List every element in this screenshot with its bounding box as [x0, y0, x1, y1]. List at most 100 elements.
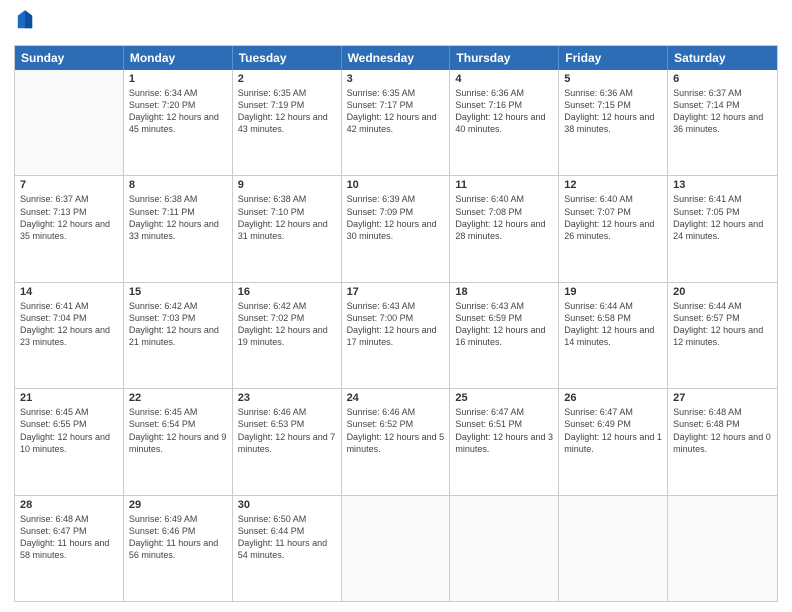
sunrise-text: Sunrise: 6:38 AM — [238, 193, 336, 205]
cal-cell: 3Sunrise: 6:35 AMSunset: 7:17 PMDaylight… — [342, 70, 451, 175]
sunrise-text: Sunrise: 6:34 AM — [129, 87, 227, 99]
daylight-text: Daylight: 12 hours and 3 minutes. — [455, 431, 553, 455]
calendar-body: 1Sunrise: 6:34 AMSunset: 7:20 PMDaylight… — [15, 70, 777, 601]
cal-cell: 13Sunrise: 6:41 AMSunset: 7:05 PMDayligh… — [668, 176, 777, 281]
day-number: 7 — [20, 179, 118, 191]
sunrise-text: Sunrise: 6:44 AM — [564, 300, 662, 312]
cal-cell: 27 Sunrise: 6:48 AMSunset: 6:48 PMDayligh… — [668, 389, 777, 494]
day-number: 10 — [347, 179, 445, 191]
cal-cell — [668, 496, 777, 601]
sunrise-text: Sunrise: 6:45 AM — [20, 406, 118, 418]
daylight-text: Daylight: 12 hours and 36 minutes. — [673, 111, 772, 135]
cal-cell: 28Sunrise: 6:48 AMSunset: 6:47 PMDayligh… — [15, 496, 124, 601]
daylight-text: Daylight: 12 hours and 26 minutes. — [564, 218, 662, 242]
sunset-text: Sunset: 7:08 PM — [455, 206, 553, 218]
day-number: 27 — [673, 392, 772, 404]
daylight-text: Daylight: 12 hours and 0 minutes. — [673, 431, 772, 455]
cal-cell: 15Sunrise: 6:42 AMSunset: 7:03 PMDayligh… — [124, 283, 233, 388]
sunrise-text: Sunrise: 6:39 AM — [347, 193, 445, 205]
cal-cell: 4Sunrise: 6:36 AMSunset: 7:16 PMDaylight… — [450, 70, 559, 175]
cal-cell — [15, 70, 124, 175]
daylight-text: Daylight: 12 hours and 38 minutes. — [564, 111, 662, 135]
day-number: 15 — [129, 286, 227, 298]
sunset-text: Sunset: 7:00 PM — [347, 312, 445, 324]
sunrise-text: Sunrise: 6:43 AM — [455, 300, 553, 312]
cal-cell: 8Sunrise: 6:38 AMSunset: 7:11 PMDaylight… — [124, 176, 233, 281]
sunrise-text: Sunrise: 6:41 AM — [20, 300, 118, 312]
cal-cell: 2 Sunrise: 6:35 AMSunset: 7:19 PMDaylight… — [233, 70, 342, 175]
sunset-text: Sunset: 7:02 PM — [238, 312, 336, 324]
sunrise-text: Sunrise: 6:36 AM — [455, 87, 553, 99]
daylight-text: Daylight: 12 hours and 23 minutes. — [20, 324, 118, 348]
cal-cell: 22Sunrise: 6:45 AMSunset: 6:54 PMDayligh… — [124, 389, 233, 494]
day-number: 16 — [238, 286, 336, 298]
cal-cell: 25Sunrise: 6:47 AMSunset: 6:51 PMDayligh… — [450, 389, 559, 494]
daylight-text: Daylight: 12 hours and 19 minutes. — [238, 324, 336, 348]
sunrise-text: Sunrise: 6:46 AM — [347, 406, 445, 418]
daylight-text: Daylight: 12 hours and 43 minutes. — [238, 111, 336, 135]
day-number: 23 — [238, 392, 336, 404]
header-day-monday: Monday — [124, 46, 233, 70]
sunset-text: Sunset: 6:58 PM — [564, 312, 662, 324]
sunset-text: Sunset: 7:10 PM — [238, 206, 336, 218]
daylight-text: Daylight: 12 hours and 31 minutes. — [238, 218, 336, 242]
sunrise-text: Sunrise: 6:35 AM — [238, 87, 336, 99]
sunset-text: Sunset: 7:19 PM — [238, 99, 336, 111]
logo — [14, 10, 36, 37]
day-number: 9 — [238, 179, 336, 191]
day-number: 29 — [129, 499, 227, 511]
week-row-2: 7Sunrise: 6:37 AMSunset: 7:13 PMDaylight… — [15, 176, 777, 282]
sunset-text: Sunset: 7:07 PM — [564, 206, 662, 218]
cal-cell: 14Sunrise: 6:41 AMSunset: 7:04 PMDayligh… — [15, 283, 124, 388]
sunset-text: Sunset: 7:13 PM — [20, 206, 118, 218]
sunrise-text: Sunrise: 6:37 AM — [673, 87, 772, 99]
cal-cell: 9 Sunrise: 6:38 AMSunset: 7:10 PMDaylight… — [233, 176, 342, 281]
page: SundayMondayTuesdayWednesdayThursdayFrid… — [0, 0, 792, 612]
daylight-text: Daylight: 12 hours and 9 minutes. — [129, 431, 227, 455]
day-number: 12 — [564, 179, 662, 191]
day-number: 19 — [564, 286, 662, 298]
daylight-text: Daylight: 12 hours and 5 minutes. — [347, 431, 445, 455]
sunset-text: Sunset: 7:09 PM — [347, 206, 445, 218]
cal-cell — [342, 496, 451, 601]
sunset-text: Sunset: 6:55 PM — [20, 418, 118, 430]
cal-cell: 17Sunrise: 6:43 AMSunset: 7:00 PMDayligh… — [342, 283, 451, 388]
day-number: 30 — [238, 499, 336, 511]
cal-cell: 11Sunrise: 6:40 AMSunset: 7:08 PMDayligh… — [450, 176, 559, 281]
sunset-text: Sunset: 6:53 PM — [238, 418, 336, 430]
day-number: 18 — [455, 286, 553, 298]
daylight-text: Daylight: 12 hours and 33 minutes. — [129, 218, 227, 242]
week-row-1: 1Sunrise: 6:34 AMSunset: 7:20 PMDaylight… — [15, 70, 777, 176]
cal-cell: 29Sunrise: 6:49 AMSunset: 6:46 PMDayligh… — [124, 496, 233, 601]
cal-cell: 19 Sunrise: 6:44 AMSunset: 6:58 PMDayligh… — [559, 283, 668, 388]
sunset-text: Sunset: 7:14 PM — [673, 99, 772, 111]
sunrise-text: Sunrise: 6:46 AM — [238, 406, 336, 418]
cal-cell: 21Sunrise: 6:45 AMSunset: 6:55 PMDayligh… — [15, 389, 124, 494]
day-number: 3 — [347, 73, 445, 85]
daylight-text: Daylight: 12 hours and 10 minutes. — [20, 431, 118, 455]
sunrise-text: Sunrise: 6:43 AM — [347, 300, 445, 312]
sunset-text: Sunset: 7:16 PM — [455, 99, 553, 111]
header — [14, 10, 778, 37]
daylight-text: Daylight: 12 hours and 45 minutes. — [129, 111, 227, 135]
sunset-text: Sunset: 7:20 PM — [129, 99, 227, 111]
daylight-text: Daylight: 12 hours and 28 minutes. — [455, 218, 553, 242]
cal-cell: 6Sunrise: 6:37 AMSunset: 7:14 PMDaylight… — [668, 70, 777, 175]
day-number: 5 — [564, 73, 662, 85]
sunset-text: Sunset: 6:48 PM — [673, 418, 772, 430]
day-number: 11 — [455, 179, 553, 191]
week-row-3: 14Sunrise: 6:41 AMSunset: 7:04 PMDayligh… — [15, 283, 777, 389]
day-number: 8 — [129, 179, 227, 191]
header-day-friday: Friday — [559, 46, 668, 70]
sunrise-text: Sunrise: 6:47 AM — [564, 406, 662, 418]
daylight-text: Daylight: 12 hours and 14 minutes. — [564, 324, 662, 348]
cal-cell: 30Sunrise: 6:50 AMSunset: 6:44 PMDayligh… — [233, 496, 342, 601]
sunrise-text: Sunrise: 6:48 AM — [673, 406, 772, 418]
day-number: 2 — [238, 73, 336, 85]
cal-cell — [559, 496, 668, 601]
sunset-text: Sunset: 6:59 PM — [455, 312, 553, 324]
week-row-4: 21Sunrise: 6:45 AMSunset: 6:55 PMDayligh… — [15, 389, 777, 495]
sunset-text: Sunset: 7:05 PM — [673, 206, 772, 218]
day-number: 17 — [347, 286, 445, 298]
cal-cell: 10Sunrise: 6:39 AMSunset: 7:09 PMDayligh… — [342, 176, 451, 281]
